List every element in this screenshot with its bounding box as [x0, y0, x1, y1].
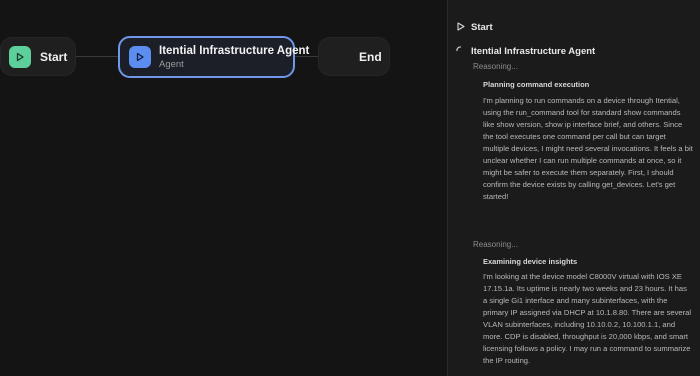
reasoning-title: Examining device insights — [483, 257, 578, 266]
start-node[interactable]: Start — [0, 37, 76, 76]
reasoning-body: I'm planning to run commands on a device… — [483, 96, 693, 201]
reasoning-body: I'm looking at the device model C8000V v… — [483, 272, 692, 365]
agent-node-subtitle: Agent — [159, 58, 184, 70]
loading-spinner-icon — [456, 42, 465, 60]
end-node[interactable]: End — [318, 37, 390, 76]
play-icon — [457, 18, 465, 36]
workflow-canvas[interactable]: Start Itential Infrastructure Agent Agen… — [0, 0, 447, 376]
start-node-label: Start — [40, 49, 68, 64]
agent-node[interactable]: Itential Infrastructure Agent Agent — [118, 36, 309, 78]
log-start-row[interactable]: Start — [457, 18, 493, 36]
log-agent-label: Itential Infrastructure Agent — [471, 45, 596, 57]
agent-node-title: Itential Infrastructure Agent — [159, 44, 310, 57]
reasoning-status: Reasoning... — [473, 240, 518, 249]
end-node-label: End — [359, 49, 382, 64]
play-icon — [9, 45, 31, 68]
reasoning-title: Planning command execution — [483, 80, 590, 89]
play-icon — [129, 46, 151, 68]
log-agent-row[interactable]: Itential Infrastructure Agent — [456, 42, 595, 60]
log-start-label: Start — [471, 21, 493, 33]
edge-start-agent — [76, 56, 118, 57]
reasoning-status: Reasoning... — [473, 62, 518, 71]
